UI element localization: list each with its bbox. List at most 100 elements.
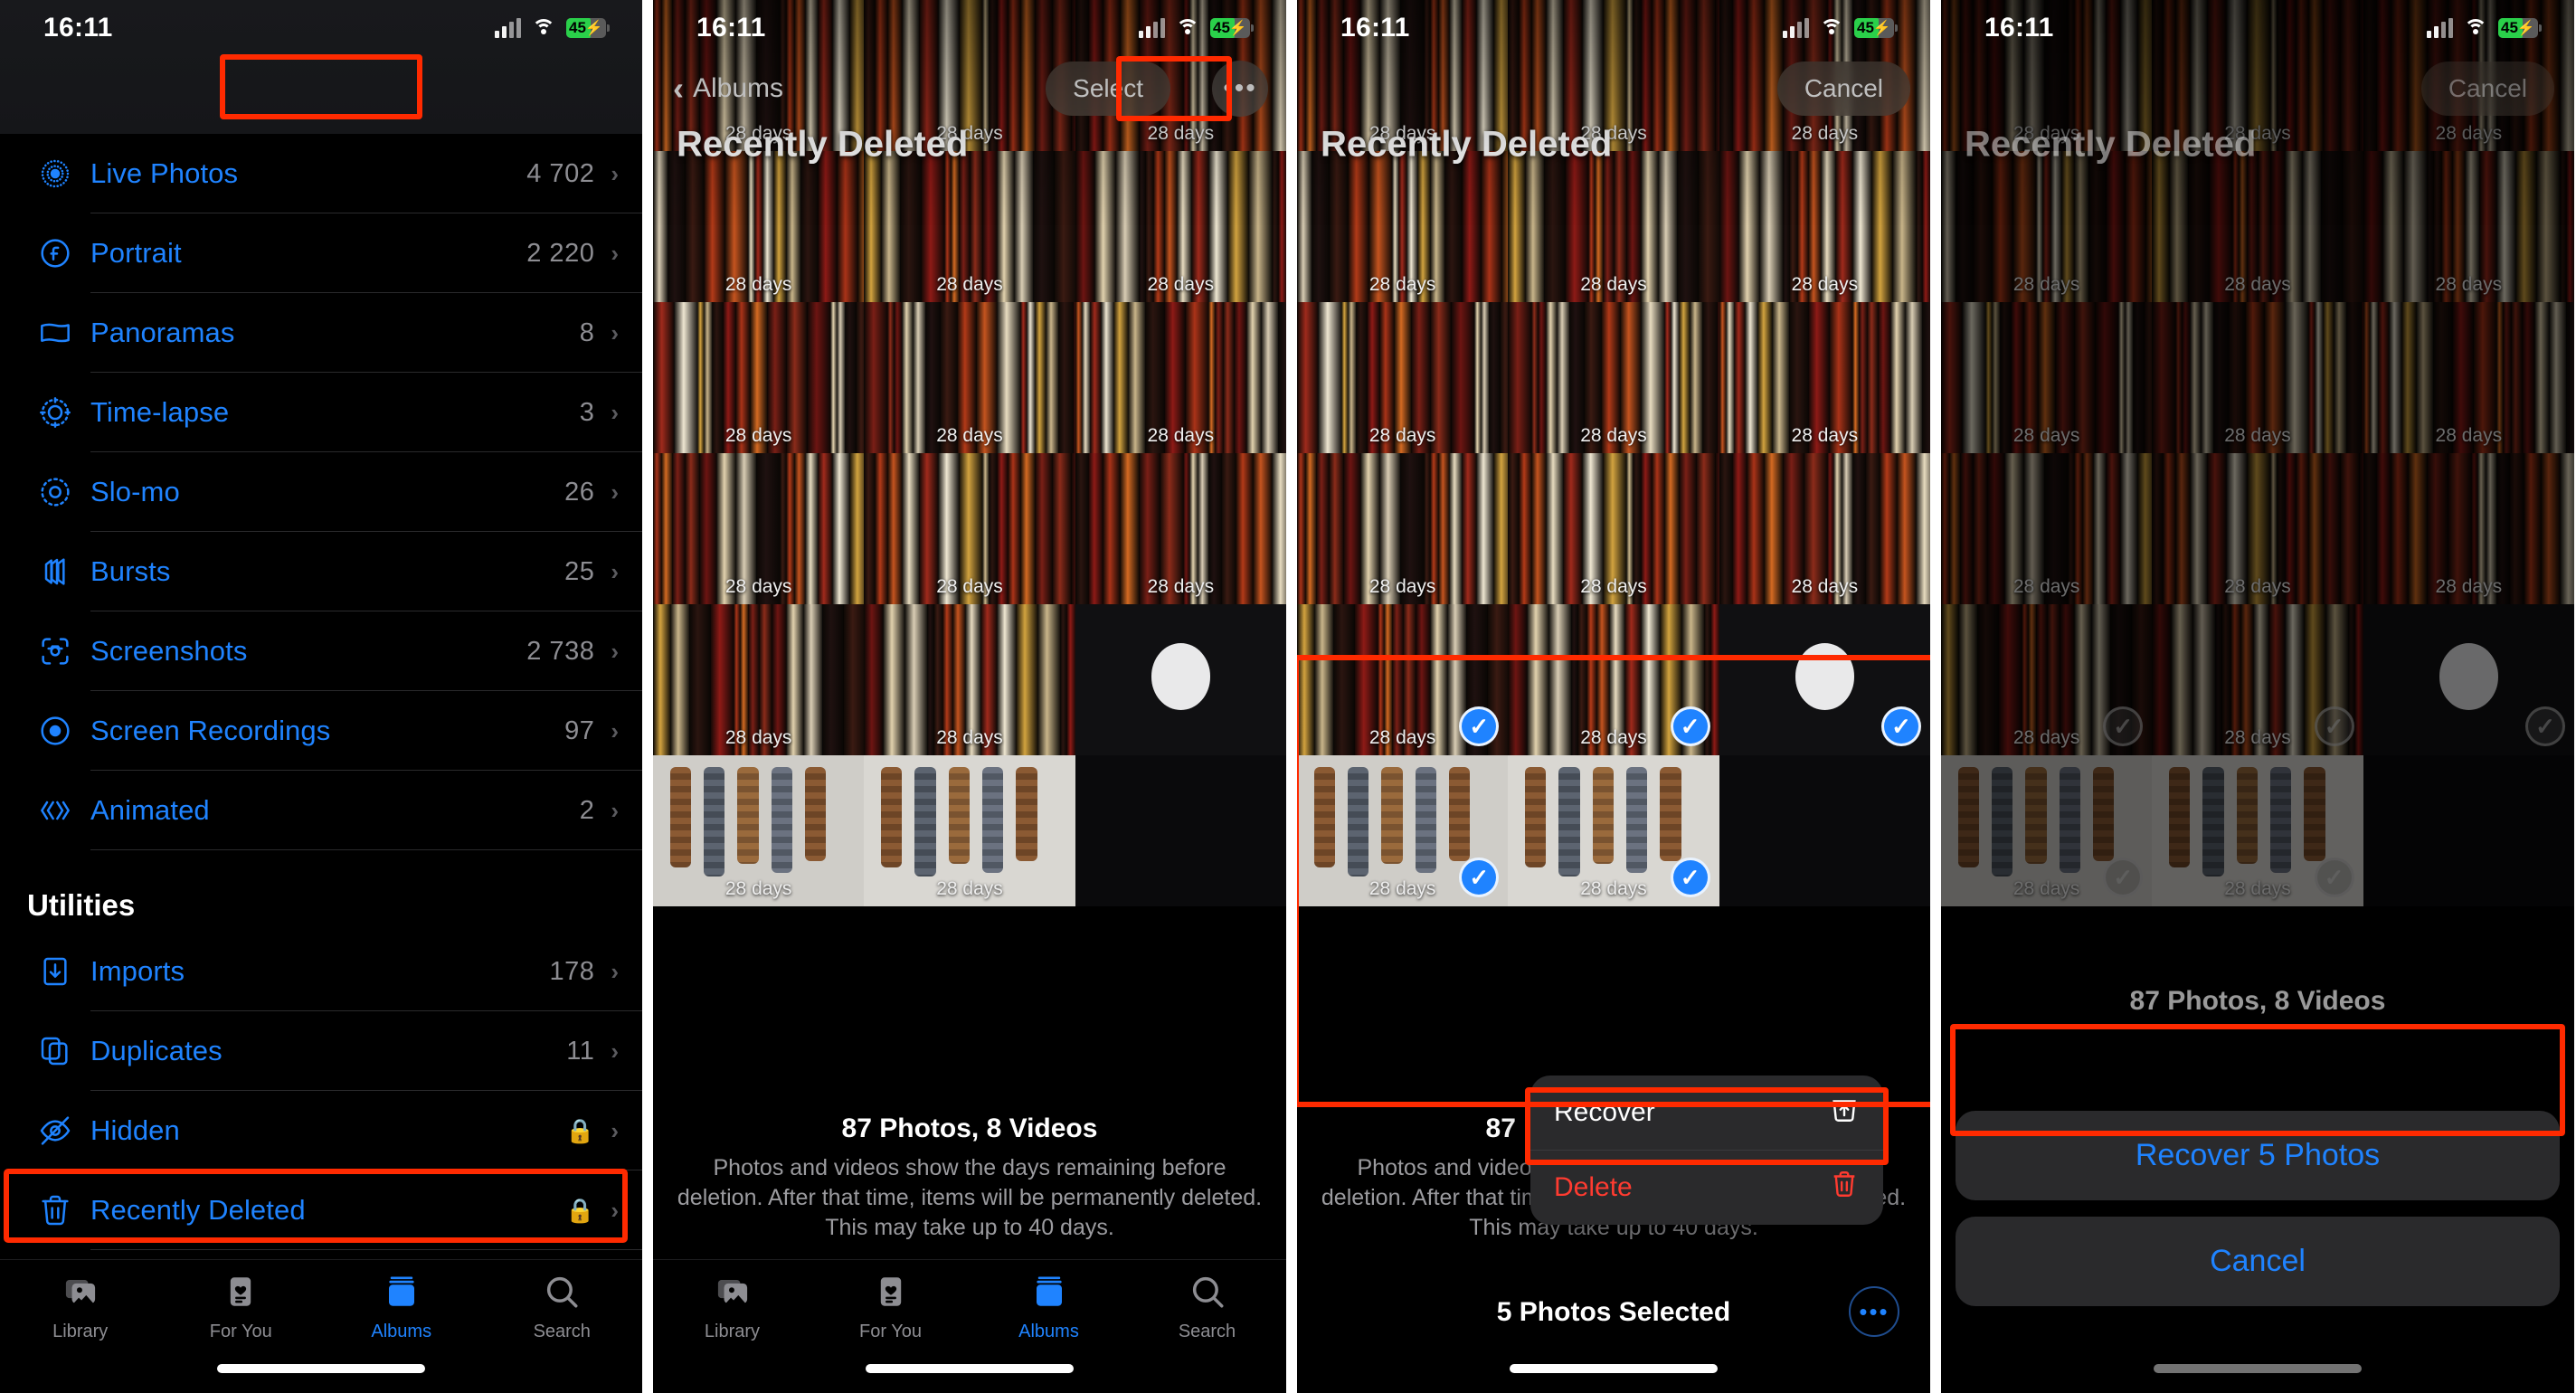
- status-icons: 45 ⚡: [495, 18, 610, 38]
- status-time: 16:11: [696, 13, 766, 43]
- chevron-right-icon: ›: [611, 716, 619, 744]
- photo-cell[interactable]: 28 days: [653, 604, 865, 755]
- tab-search[interactable]: Search: [1128, 1260, 1286, 1354]
- photo-row: 28 days 28 days 28 days: [653, 453, 1286, 604]
- photo-cell[interactable]: 28 days✓: [1297, 604, 1509, 755]
- selected-checkmark[interactable]: ✓: [1880, 706, 1921, 746]
- library-icon: [62, 1273, 99, 1315]
- cancel-button[interactable]: Cancel: [1956, 1217, 2560, 1306]
- battery-percent: 45: [569, 19, 586, 36]
- empty-cell[interactable]: [1719, 755, 1930, 906]
- album-row-live-photos[interactable]: Live Photos 4 702 ›: [0, 134, 642, 213]
- albums-icon: [1030, 1273, 1068, 1315]
- tab-for-you[interactable]: For You: [811, 1260, 970, 1354]
- album-label: Slo-mo: [90, 476, 180, 507]
- days-remaining-badge: 28 days: [724, 878, 792, 899]
- screenshots-icon: [20, 633, 90, 669]
- days-remaining-badge: 28 days: [1368, 576, 1436, 597]
- charging-bolt-icon: ⚡: [1228, 21, 1247, 36]
- days-remaining-badge: 28 days: [936, 727, 1003, 748]
- screen-recordings-icon: [20, 713, 90, 749]
- menu-item-delete[interactable]: Delete: [1530, 1150, 1883, 1225]
- album-row-screenshots[interactable]: Screenshots 2 738 ›: [0, 611, 642, 691]
- album-row-time-lapse[interactable]: Time-lapse 3 ›: [0, 373, 642, 452]
- photo-cell[interactable]: 28 days: [1508, 453, 1719, 604]
- photo-cell[interactable]: 28 days: [1719, 302, 1930, 453]
- live-photos-icon: [20, 156, 90, 192]
- albums-list[interactable]: Live Photos 4 702 › Portrait 2 220 › Panoramas…: [0, 134, 642, 1259]
- charging-bolt-icon: ⚡: [2516, 21, 2535, 36]
- time-lapse-icon: [20, 394, 90, 431]
- selection-more-button[interactable]: •••: [1849, 1286, 1899, 1337]
- chevron-right-icon: ›: [611, 478, 619, 506]
- beads-photo-cell[interactable]: 28 days: [864, 755, 1075, 906]
- photo-row: 28 days 28 days 28 days: [1297, 302, 1930, 453]
- selected-count-label: 5 Photos Selected: [1496, 1297, 1731, 1327]
- tab-library[interactable]: Library: [653, 1260, 811, 1354]
- album-label: Hidden: [90, 1114, 180, 1146]
- item-count: 4 702: [526, 158, 595, 188]
- days-remaining-badge: 28 days: [1791, 274, 1859, 295]
- menu-item-recover[interactable]: Recover: [1530, 1076, 1883, 1150]
- tab-albums[interactable]: Albums: [970, 1260, 1128, 1354]
- empty-cell[interactable]: [1075, 755, 1286, 906]
- tab-for-you[interactable]: For You: [161, 1260, 322, 1354]
- context-menu[interactable]: Recover Delete: [1530, 1076, 1883, 1225]
- recently-deleted-info: 87 Photos, 8 Videos Photos and videos sh…: [653, 1094, 1286, 1259]
- photo-cell[interactable]: 28 days: [1719, 453, 1930, 604]
- battery-percent: 45: [2501, 19, 2518, 36]
- beads-photo-cell[interactable]: 28 days✓: [1508, 755, 1719, 906]
- photo-cell[interactable]: 28 days: [653, 302, 865, 453]
- album-row-panoramas[interactable]: Panoramas 8 ›: [0, 293, 642, 373]
- days-remaining-badge: 28 days: [1147, 274, 1215, 295]
- menu-item-label: Delete: [1554, 1172, 1633, 1202]
- photo-cell[interactable]: 28 days: [653, 453, 865, 604]
- album-row-screen-recordings[interactable]: Screen Recordings 97 ›: [0, 691, 642, 771]
- screenshot-cell[interactable]: ✓: [1719, 604, 1930, 755]
- photo-cell[interactable]: 28 days: [1297, 302, 1509, 453]
- selected-checkmark[interactable]: ✓: [1459, 706, 1500, 746]
- album-row-imports[interactable]: Imports 178 ›: [0, 932, 642, 1011]
- photo-cell[interactable]: 28 days: [1297, 453, 1509, 604]
- album-label: Time-lapse: [90, 396, 230, 428]
- animated-icon: [20, 792, 90, 829]
- beads-photo-cell[interactable]: 28 days✓: [1297, 755, 1509, 906]
- days-remaining-badge: 28 days: [1580, 274, 1647, 295]
- chevron-right-icon: ›: [611, 957, 619, 985]
- photo-cell[interactable]: 28 days: [864, 302, 1075, 453]
- charging-bolt-icon: ⚡: [584, 21, 603, 36]
- status-bar-4: 16:11 45 ⚡: [1941, 0, 2574, 56]
- tab-label: For You: [859, 1321, 922, 1341]
- photo-cell[interactable]: 28 days✓: [1508, 604, 1719, 755]
- photo-cell[interactable]: 28 days: [1508, 302, 1719, 453]
- days-remaining-badge: 28 days: [1368, 425, 1436, 446]
- chevron-right-icon: ›: [611, 1116, 619, 1144]
- library-icon: [714, 1273, 752, 1315]
- battery-percent: 45: [1213, 19, 1230, 36]
- album-row-slo-mo[interactable]: Slo-mo 26 ›: [0, 452, 642, 532]
- screenshot-cell[interactable]: [1075, 604, 1286, 755]
- album-row-hidden[interactable]: Hidden 🔒 ›: [0, 1091, 642, 1170]
- album-row-recently-deleted[interactable]: Recently Deleted 🔒 ›: [0, 1170, 642, 1250]
- chevron-right-icon: ›: [611, 1037, 619, 1065]
- album-row-duplicates[interactable]: Duplicates 11 ›: [0, 1011, 642, 1091]
- tab-library[interactable]: Library: [0, 1260, 161, 1354]
- cellular-signal-icon: [495, 18, 521, 38]
- tab-search[interactable]: Search: [482, 1260, 643, 1354]
- photo-cell[interactable]: 28 days: [864, 604, 1075, 755]
- album-row-bursts[interactable]: Bursts 25 ›: [0, 532, 642, 611]
- photo-cell[interactable]: 28 days: [1075, 453, 1286, 604]
- recover-photos-button[interactable]: Recover 5 Photos: [1956, 1111, 2560, 1200]
- album-row-portrait[interactable]: Portrait 2 220 ›: [0, 213, 642, 293]
- album-label: Screenshots: [90, 635, 248, 667]
- photo-cell[interactable]: 28 days: [864, 453, 1075, 604]
- bursts-icon: [20, 554, 90, 590]
- beads-photo-cell[interactable]: 28 days: [653, 755, 865, 906]
- selected-checkmark[interactable]: ✓: [1670, 858, 1710, 897]
- selected-checkmark[interactable]: ✓: [1670, 706, 1710, 746]
- album-row-animated[interactable]: Animated 2 ›: [0, 771, 642, 850]
- selected-checkmark[interactable]: ✓: [1459, 858, 1500, 897]
- photo-cell[interactable]: 28 days: [1075, 302, 1286, 453]
- album-label: Portrait: [90, 237, 182, 269]
- tab-albums[interactable]: Albums: [321, 1260, 482, 1354]
